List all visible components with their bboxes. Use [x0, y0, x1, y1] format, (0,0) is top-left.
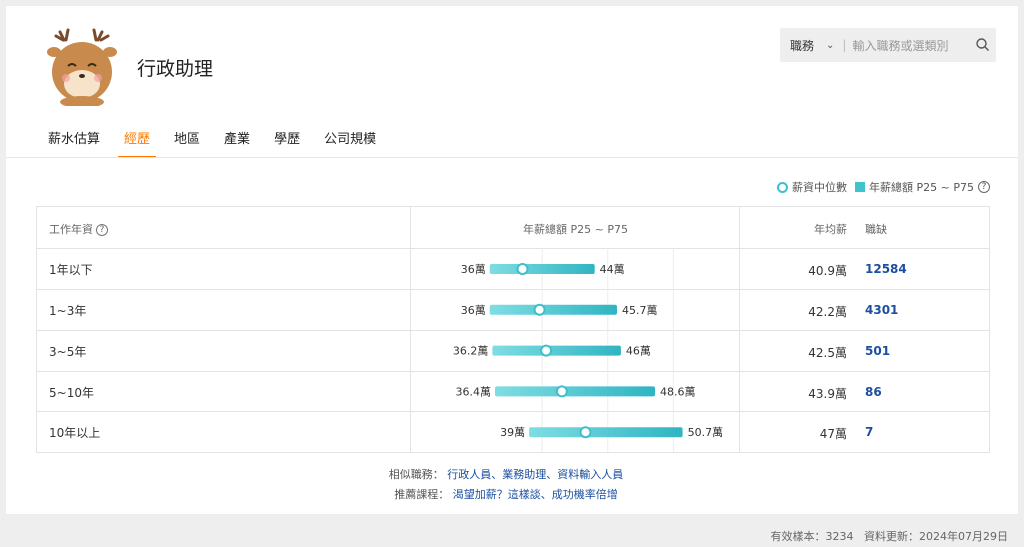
update-value: 2024年07月29日	[919, 530, 1008, 543]
search-icon[interactable]	[975, 37, 990, 52]
header-experience: 工作年資?	[49, 221, 108, 237]
deer-avatar	[47, 28, 117, 106]
avg-salary: 43.9萬	[808, 387, 847, 401]
status-bar: 有效樣本：3234 資料更新：2024年07月29日	[771, 528, 1009, 544]
openings-link[interactable]: 501	[865, 344, 890, 358]
category-select[interactable]: 職務	[790, 37, 814, 54]
p25-label: 36.2萬	[453, 345, 489, 358]
range-legend-icon	[855, 182, 866, 192]
tab-company-size[interactable]: 公司規模	[318, 128, 382, 158]
median-marker	[540, 344, 553, 357]
header-avg: 年均薪	[814, 223, 847, 236]
job-title: 行政助理	[137, 58, 214, 80]
help-icon[interactable]: ?	[96, 224, 108, 236]
similar-jobs-links[interactable]: 行政人員、業務助理、資料輸入人員	[447, 468, 623, 481]
tab-industry[interactable]: 產業	[218, 128, 256, 158]
tab-salary-estimate[interactable]: 薪水估算	[42, 128, 106, 158]
tab-region[interactable]: 地區	[168, 128, 206, 158]
legend-median-label: 薪資中位數	[792, 181, 848, 194]
sample-label: 有效樣本：	[770, 530, 826, 543]
recommended-course: 推薦課程： 渴望加薪？這樣談、成功機率倍增	[0, 486, 1012, 502]
search-separator: |	[842, 38, 847, 52]
header-range: 年薪總額 P25 ~ P75	[523, 223, 628, 236]
p75-label: 45.7萬	[622, 304, 658, 317]
openings-link[interactable]: 7	[865, 425, 873, 439]
experience-label: 3~5年	[49, 345, 87, 359]
median-marker	[555, 385, 568, 398]
avg-salary: 40.9萬	[808, 264, 847, 278]
tab-divider	[6, 157, 1018, 158]
header-experience-label: 工作年資	[49, 223, 93, 236]
header-openings: 職缺	[865, 223, 887, 236]
p75-label: 44萬	[600, 263, 625, 276]
median-marker	[516, 263, 529, 275]
p75-label: 50.7萬	[688, 426, 724, 439]
p25-label: 36.4萬	[455, 385, 491, 398]
update-label: 資料更新：	[864, 530, 919, 543]
experience-label: 1年以下	[49, 263, 93, 277]
p25-label: 36萬	[461, 304, 486, 317]
chart-legend: 薪資中位數 年薪總額 P25 ~ P75 ?	[777, 179, 990, 195]
recommended-course-label: 推薦課程：	[394, 488, 450, 501]
experience-label: 5~10年	[49, 386, 94, 400]
legend-range-label: 年薪總額 P25 ~ P75	[869, 181, 974, 194]
similar-jobs: 相似職務： 行政人員、業務助理、資料輸入人員	[0, 466, 1012, 482]
tab-experience[interactable]: 經歷	[118, 128, 157, 158]
salary-table: 工作年資? 年薪總額 P25 ~ P75 年均薪 職缺 1年以下 1~3年 3~…	[36, 206, 990, 453]
openings-link[interactable]: 12584	[865, 262, 907, 276]
job-search[interactable]: 職務 ⌄ | 輸入職務或選類別	[780, 28, 996, 62]
p25-label: 36萬	[461, 263, 486, 276]
openings-link[interactable]: 86	[865, 385, 882, 399]
openings-link[interactable]: 4301	[865, 303, 898, 317]
median-marker	[533, 303, 546, 316]
similar-jobs-label: 相似職務：	[388, 468, 444, 481]
sample-value: 3234	[825, 530, 854, 543]
range-bar	[489, 304, 617, 315]
avg-salary: 42.5萬	[808, 346, 847, 360]
salary-range-chart: 36萬 44萬 36萬 45.7萬 36.2萬 46萬 36.4萬 48.6萬 39萬 50.7萬	[453, 248, 724, 452]
range-bar	[492, 345, 621, 356]
range-bar	[529, 427, 683, 438]
experience-label: 10年以上	[49, 426, 101, 440]
recommended-course-link[interactable]: 渴望加薪？這樣談、成功機率倍增	[453, 488, 618, 501]
search-input[interactable]: 輸入職務或選類別	[852, 37, 948, 54]
range-bar	[489, 264, 595, 274]
chevron-down-icon[interactable]: ⌄	[826, 40, 834, 51]
p25-label: 39萬	[500, 426, 525, 439]
avg-salary: 42.2萬	[808, 305, 847, 319]
experience-label: 1~3年	[49, 304, 87, 318]
median-legend-icon	[777, 181, 789, 193]
median-marker	[579, 426, 592, 439]
help-icon[interactable]: ?	[978, 181, 990, 193]
tab-bar: 薪水估算 經歷 地區 產業 學歷 公司規模	[42, 128, 394, 158]
p75-label: 46萬	[626, 345, 651, 358]
range-bar	[494, 386, 656, 397]
avg-salary: 47萬	[819, 427, 847, 441]
p75-label: 48.6萬	[660, 385, 696, 398]
tab-education[interactable]: 學歷	[268, 128, 306, 158]
